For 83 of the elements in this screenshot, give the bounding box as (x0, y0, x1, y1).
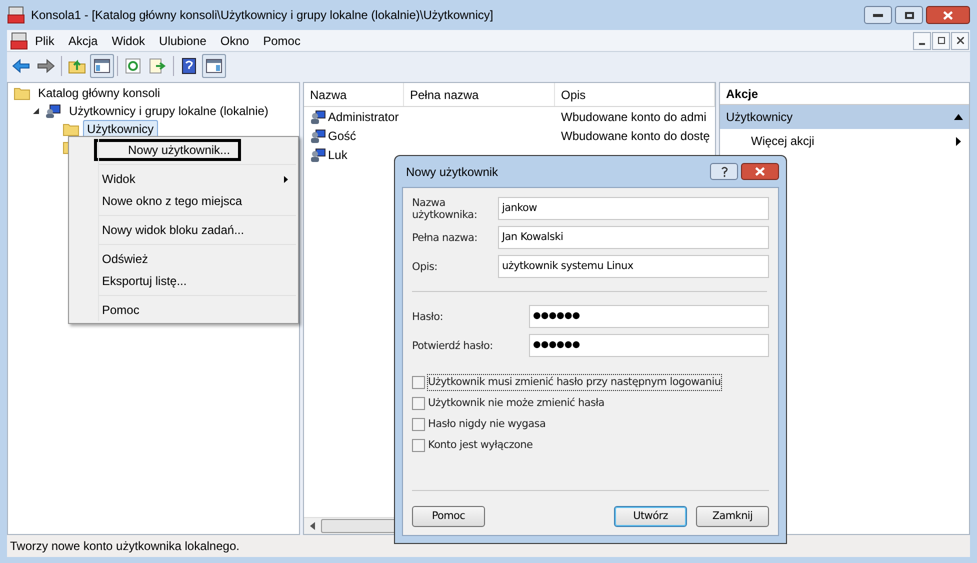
folder-up-icon (68, 58, 86, 74)
close-button[interactable] (741, 163, 779, 180)
left-arrow-icon (310, 522, 316, 530)
checkbox[interactable] (412, 439, 425, 452)
column-header[interactable]: Nazwa (304, 83, 404, 106)
table-cell-text: Gość (328, 128, 356, 144)
tree-item[interactable]: Użytkownicy i grupy lokalne (lokalnie) (65, 102, 272, 120)
table-cell-text: Luk (328, 146, 348, 164)
mdi-restore-button[interactable] (932, 32, 950, 50)
checkbox-row[interactable]: Użytkownik musi zmienić hasło przy następnym logowaniu (412, 372, 769, 393)
pane-icon (206, 59, 222, 73)
right-arrow-icon (37, 59, 55, 73)
user-icon (310, 128, 326, 144)
maximize-button[interactable] (895, 6, 923, 24)
checkbox-row[interactable]: Użytkownik nie może zmienić hasła (412, 393, 769, 414)
checkbox[interactable] (412, 376, 425, 389)
expanded-arrow-icon[interactable] (33, 108, 40, 114)
mdi-close-button[interactable] (951, 32, 969, 50)
close-icon (943, 10, 953, 20)
table-cell-text: Administrator (328, 108, 399, 126)
help-icon (720, 166, 728, 177)
console-icon (7, 6, 25, 24)
text-field[interactable]: jankow (498, 197, 769, 220)
text-field[interactable]: Jan Kowalski (498, 226, 769, 249)
folder-icon (14, 86, 30, 100)
menu-item[interactable]: Plik (28, 32, 62, 50)
dialog-button[interactable]: Pomoc (412, 506, 485, 527)
menu-item[interactable]: Ulubione (152, 32, 214, 50)
dialog-button[interactable]: Zamknij (696, 506, 769, 527)
collapse-icon (954, 114, 963, 120)
checkbox[interactable] (412, 397, 425, 410)
users-icon (45, 103, 61, 119)
menu-item[interactable]: Widok (104, 32, 152, 50)
submenu-arrow-icon (956, 136, 961, 146)
menu-item[interactable]: Akcja (61, 32, 105, 50)
checkbox[interactable] (412, 418, 425, 431)
window-title: Konsola1 - [Katalog główny konsoli\Użytkownicy i grupy lokalne (lokalnie)\Użytkownicy] (31, 7, 494, 24)
dialog-title: Nowy użytkownik (406, 164, 498, 180)
menu-item[interactable]: Okno (213, 32, 256, 50)
menu-item[interactable]: Pomoc (256, 32, 308, 50)
context-menu-item[interactable]: Widok (71, 168, 296, 190)
field-label: Nazwa użytkownika: (412, 196, 478, 220)
field-label: Hasło: (412, 310, 444, 322)
folder-icon (63, 122, 79, 136)
user-icon (310, 108, 326, 124)
context-menu-item[interactable]: Odśwież (71, 248, 296, 270)
mdi-minimize-button[interactable] (913, 32, 931, 50)
tree-item[interactable]: Katalog główny konsoli (34, 84, 164, 102)
field-label: Opis: (412, 260, 438, 272)
refresh-icon (125, 58, 141, 74)
user-icon (310, 146, 326, 162)
column-header[interactable]: Pełna nazwa (404, 83, 555, 106)
dialog-button[interactable]: Utwórz (614, 506, 687, 527)
pane-icon (94, 59, 110, 73)
context-menu-item[interactable]: Pomoc (71, 299, 296, 321)
checkbox-row[interactable]: Hasło nigdy nie wygasa (412, 414, 769, 435)
column-header[interactable]: Opis (555, 83, 715, 106)
context-menu-item[interactable]: Eksportuj listę... (71, 270, 296, 292)
help-icon (182, 58, 196, 74)
status-text: Tworzy nowe konto użytkownika lokalnego. (10, 538, 240, 555)
field-label: Potwierdź hasło: (412, 340, 494, 352)
table-cell: Wbudowane konto do admi (561, 110, 706, 124)
left-arrow-icon (12, 59, 30, 73)
close-icon (956, 37, 964, 44)
field-label: Pełna nazwa: (412, 232, 478, 244)
password-field[interactable]: ●●●●●● (529, 305, 769, 328)
context-menu-item[interactable]: Nowe okno z tego miejsca (71, 190, 296, 212)
export-icon (149, 58, 167, 74)
password-field[interactable]: ●●●●●● (529, 334, 769, 357)
close-icon (755, 167, 765, 176)
action-link[interactable]: Więcej akcji (751, 132, 814, 150)
close-button[interactable] (926, 6, 970, 24)
table-cell: Wbudowane konto do dostę (561, 128, 710, 142)
console-icon (10, 32, 28, 50)
context-menu-item[interactable]: Nowy widok bloku zadań... (71, 219, 296, 241)
checkbox-row[interactable]: Konto jest wyłączone (412, 435, 769, 456)
text-field[interactable]: użytkownik systemu Linux (498, 255, 769, 278)
action-pane-toggle-button[interactable] (202, 54, 226, 78)
context-menu-item[interactable]: Nowy użytkownik... (94, 139, 242, 161)
help-button[interactable] (710, 163, 738, 180)
tree-toggle-button[interactable] (90, 54, 114, 78)
minimize-button[interactable] (864, 6, 892, 24)
submenu-arrow-icon (284, 176, 288, 182)
